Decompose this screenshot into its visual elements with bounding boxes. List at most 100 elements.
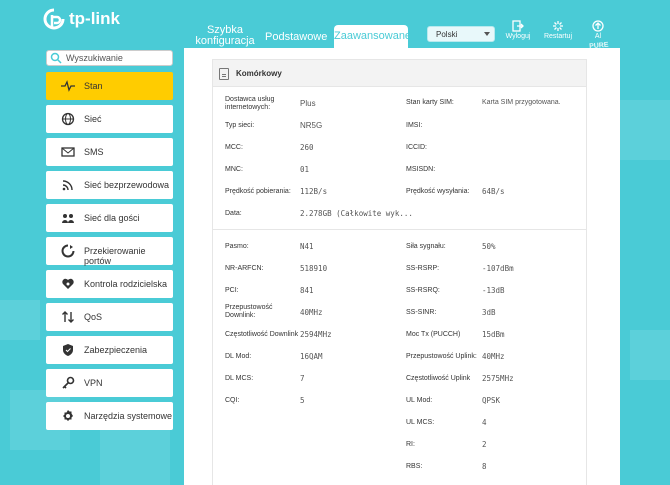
search-icon — [50, 52, 62, 64]
update-button[interactable]: Al — [580, 20, 616, 40]
pci-value: 841 — [300, 286, 314, 295]
sidebar-item-qos[interactable]: QoS — [46, 303, 173, 331]
ri-label: RI: — [406, 441, 415, 448]
tx-power-label: Moc Tx (PUCCH) — [406, 331, 461, 338]
ul-mcs-label: UL MCS: — [406, 419, 435, 426]
sidebar-item-network[interactable]: Sieć — [46, 105, 173, 133]
downlink-bandwidth-label: Przepustowość Downlink: — [225, 304, 272, 320]
sidebar-item-vpn[interactable]: VPN — [46, 369, 173, 397]
cqi-label: CQI: — [225, 397, 240, 404]
provider-value: Plus — [300, 99, 316, 108]
guests-icon — [62, 214, 74, 223]
section-header: Komórkowy — [212, 59, 587, 87]
tab-quick-setup[interactable]: Szybka konfiguracja — [192, 25, 258, 47]
dl-mcs-label: DL MCS: — [225, 375, 254, 382]
download-speed-value: 112B/s — [300, 187, 328, 196]
sidebar-item-wireless[interactable]: Sieć bezprzewodowa — [46, 171, 173, 199]
mcc-value: 260 — [300, 143, 314, 152]
data-usage-label: Data: — [225, 210, 242, 217]
sidebar-item-security[interactable]: Zabezpieczenia — [46, 336, 173, 364]
downlink-frequency-value: 2594MHz — [300, 330, 332, 339]
envelope-icon — [61, 147, 75, 157]
sim-card-icon — [219, 68, 229, 80]
sidebar-item-label: SMS — [84, 147, 104, 157]
rsrq-value: -13dB — [482, 286, 505, 295]
uplink-frequency-label: Częstotliwość Uplink — [406, 375, 471, 382]
restart-icon — [553, 21, 563, 31]
language-select[interactable]: Polski — [427, 26, 495, 42]
upload-speed-label: Prędkość wysyłania: — [406, 188, 470, 195]
port-forward-icon — [61, 244, 75, 258]
tp-link-logo-icon — [43, 8, 65, 30]
sidebar-item-label: Sieć bezprzewodowa — [84, 180, 170, 190]
arfcn-label: NR-ARFCN: — [225, 265, 264, 272]
sidebar-item-sms[interactable]: SMS — [46, 138, 173, 166]
rbs-label: RBS: — [406, 463, 423, 470]
download-speed-label: Prędkość pobierania: — [225, 188, 291, 195]
sidebar-item-status[interactable]: Stan — [46, 72, 173, 100]
sidebar-item-port-forwarding[interactable]: Przekierowanie portów — [46, 237, 173, 266]
iccid-label: ICCID: — [406, 144, 427, 151]
sim-status-label: Stan karty SIM: — [406, 99, 454, 106]
tab-label: konfiguracja — [195, 35, 255, 47]
sidebar-item-label: Stan — [84, 81, 103, 91]
tab-label: Zaawansowane — [334, 30, 412, 42]
logout-button[interactable]: Wyloguj — [500, 20, 536, 40]
language-selected: Polski — [436, 30, 458, 39]
tx-power-value: 15dBm — [482, 330, 505, 339]
qos-arrows-icon — [62, 311, 74, 323]
sidebar-item-guest-network[interactable]: Sieć dla gości — [46, 204, 173, 232]
sidebar-item-parental-control[interactable]: Kontrola rodzicielska — [46, 270, 173, 298]
signal-strength-label: Siła sygnału: — [406, 243, 446, 250]
upload-speed-value: 64B/s — [482, 187, 505, 196]
cqi-value: 5 — [300, 396, 305, 405]
shield-icon — [63, 344, 73, 356]
mcc-label: MCC: — [225, 144, 243, 151]
tab-advanced[interactable]: Zaawansowane — [334, 25, 412, 48]
logout-icon — [512, 20, 524, 32]
rsrq-label: SS-RSRQ: — [406, 287, 440, 294]
sidebar-item-label: Kontrola rodzicielska — [84, 279, 168, 289]
sidebar-item-label: Przekierowanie portów — [84, 246, 146, 266]
ul-mod-value: QPSK — [482, 396, 501, 405]
tp-link-logo[interactable]: tp-link — [43, 8, 120, 30]
radio-info-panel: Pasmo: N41 Siła sygnału: 50% NR-ARFCN: 5… — [212, 230, 587, 485]
uplink-bandwidth-value: 40MHz — [482, 352, 505, 361]
dl-mod-value: 16QAM — [300, 352, 323, 361]
mnc-value: 01 — [300, 165, 310, 174]
rsrp-label: SS-RSRP: — [406, 265, 440, 272]
rbs-value: 8 — [482, 462, 487, 471]
top-bar: tp-link Szybka konfiguracja Podstawowe Z… — [0, 0, 670, 48]
sinr-label: SS-SINR: — [406, 309, 437, 316]
tab-label: Podstawowe — [265, 31, 328, 43]
tab-basic[interactable]: Podstawowe — [265, 31, 327, 43]
search-field[interactable]: Wyszukiwanie — [46, 50, 173, 66]
network-type-value: NR5G — [300, 121, 323, 130]
cellular-info-panel: Dostawca usług internetowych: Plus Stan … — [212, 87, 587, 230]
sidebar-item-label: QoS — [84, 312, 103, 322]
band-value: N41 — [300, 242, 314, 251]
downlink-frequency-label: Częstotliwość Downlink — [225, 331, 299, 338]
background-decoration — [0, 300, 40, 340]
msisdn-label: MSISDN: — [406, 166, 436, 173]
imsi-label: IMSI: — [406, 122, 423, 129]
restart-label: Restartuj — [543, 33, 572, 40]
sidebar-item-label: Narzędzia systemowe — [84, 411, 173, 421]
arfcn-value: 518910 — [300, 264, 328, 273]
dl-mod-label: DL Mod: — [225, 353, 252, 360]
section-title: Komórkowy — [236, 69, 282, 78]
update-label: Al — [594, 33, 602, 40]
restart-button[interactable]: Restartuj — [540, 20, 576, 40]
background-decoration — [630, 330, 670, 380]
update-icon — [592, 20, 604, 32]
label-line: Downlink: — [225, 312, 256, 319]
uplink-bandwidth-label: Przepustowość Uplink: — [406, 353, 477, 360]
mnc-label: MNC: — [225, 166, 243, 173]
rsrp-value: -107dBm — [482, 264, 514, 273]
data-usage-value: 2.278GB (Całkowite wyk... — [300, 209, 413, 218]
ri-value: 2 — [482, 440, 487, 449]
main-content: Komórkowy Dostawca usług internetowych: … — [184, 48, 620, 485]
wifi-icon — [62, 180, 73, 191]
sidebar-item-system-tools[interactable]: Narzędzia systemowe — [46, 402, 173, 430]
sidebar-item-label: Zabezpieczenia — [84, 345, 148, 355]
